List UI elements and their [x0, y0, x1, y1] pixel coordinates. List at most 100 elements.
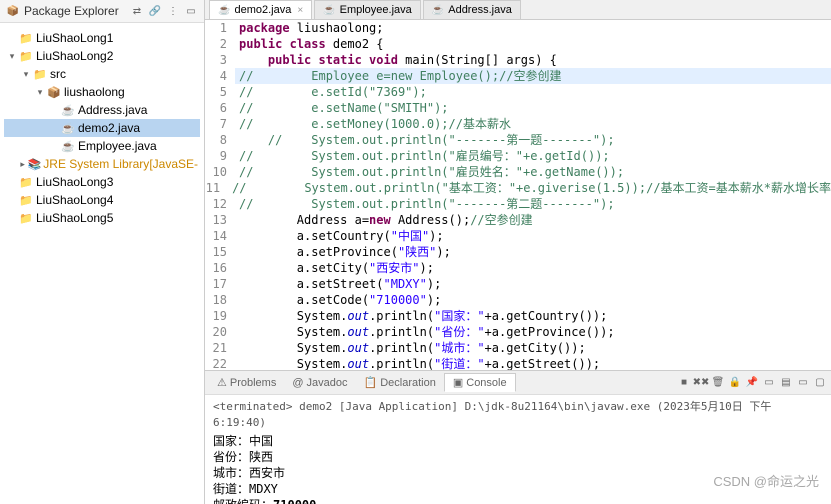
project-icon: 📁 [18, 210, 34, 226]
code-line[interactable]: 11// System.out.println("基本工资："+e.giveri… [205, 180, 831, 196]
console-line: 城市：西安市 [213, 465, 823, 481]
code-line[interactable]: 3 public static void main(String[] args)… [205, 52, 831, 68]
min-icon[interactable]: ▭ [796, 376, 810, 390]
code-line[interactable]: 17 a.setStreet("MDXY"); [205, 276, 831, 292]
remove-all-icon[interactable]: ✖✖ [694, 376, 708, 390]
code-line[interactable]: 16 a.setCity("西安市"); [205, 260, 831, 276]
console-output[interactable]: <terminated> demo2 [Java Application] D:… [205, 395, 831, 504]
project-icon: 📁 [18, 48, 34, 64]
code-line[interactable]: 6// e.setName("SMITH"); [205, 100, 831, 116]
declaration-icon: 📋 [364, 376, 378, 389]
tree-item[interactable]: ▸📚JRE System Library [JavaSE- [4, 155, 200, 173]
tree-item-label: src [50, 67, 66, 81]
tree-item[interactable]: ▾📁LiuShaoLong2 [4, 47, 200, 65]
code-line[interactable]: 20 System.out.println("省份："+a.getProvinc… [205, 324, 831, 340]
tree-item[interactable]: 📁LiuShaoLong5 [4, 209, 200, 227]
code-line[interactable]: 21 System.out.println("城市："+a.getCity())… [205, 340, 831, 356]
code-line[interactable]: 10// System.out.println("雇员姓名："+e.getNam… [205, 164, 831, 180]
explorer-toolbar: ⇄ 🔗 ⋮ ▭ [130, 4, 198, 18]
scroll-lock-icon[interactable]: 🔒 [728, 376, 742, 390]
tree-item[interactable]: 📁LiuShaoLong4 [4, 191, 200, 209]
java-file-icon: ☕ [323, 5, 335, 16]
project-tree[interactable]: 📁LiuShaoLong1▾📁LiuShaoLong2▾📁src▾📦liusha… [0, 23, 204, 504]
tree-item[interactable]: ▾📦liushaolong [4, 83, 200, 101]
java-icon: ☕ [60, 138, 76, 154]
code-line[interactable]: 5// e.setId("7369"); [205, 84, 831, 100]
console-line: 国家：中国 [213, 433, 823, 449]
tab-label: demo2.java [234, 4, 291, 16]
code-line[interactable]: 12// System.out.println("-------第二题-----… [205, 196, 831, 212]
editor-tab[interactable]: ☕ Employee.java [314, 0, 421, 19]
bottom-tab-console[interactable]: ▣Console [444, 373, 516, 392]
tree-item-label: LiuShaoLong1 [36, 31, 113, 45]
code-line[interactable]: 7// e.setMoney(1000.0);//基本薪水 [205, 116, 831, 132]
tree-item[interactable]: ☕Address.java [4, 101, 200, 119]
tree-item[interactable]: 📁LiuShaoLong1 [4, 29, 200, 47]
minimize-icon[interactable]: ▭ [184, 4, 198, 18]
tree-item[interactable]: ▾📁src [4, 65, 200, 83]
package-icon: 📦 [6, 4, 20, 18]
code-line[interactable]: 4// Employee e=new Employee();//空参创建 [205, 68, 831, 84]
editor-tab[interactable]: ☕Address.java [423, 0, 521, 19]
tree-item-label: LiuShaoLong5 [36, 211, 113, 225]
display-selected-icon[interactable]: ▭ [762, 376, 776, 390]
console-line: 省份：陕西 [213, 449, 823, 465]
bottom-tab-problems[interactable]: ⚠Problems [209, 373, 284, 392]
javadoc-icon: @ [292, 377, 303, 389]
editor-tab[interactable]: ☕ demo2.java × [209, 0, 312, 19]
code-line[interactable]: 13 Address a=new Address();//空参创建 [205, 212, 831, 228]
collapse-all-icon[interactable]: ⇄ [130, 4, 144, 18]
java-file-icon: ☕ [218, 5, 230, 16]
bottom-tab-javadoc[interactable]: @Javadoc [284, 373, 355, 392]
java-icon: ☕ [60, 120, 76, 136]
tab-label: Employee.java [340, 4, 412, 16]
console-toolbar: ■ ✖✖ 🗑 🔒 📌 ▭ ▤ ▭ ▢ [677, 376, 827, 390]
tab-label: Address.java [448, 4, 512, 16]
tree-item-label: liushaolong [64, 85, 125, 99]
tree-item-label: Address.java [78, 103, 147, 117]
explorer-title: Package Explorer [24, 4, 119, 18]
code-line[interactable]: 14 a.setCountry("中国"); [205, 228, 831, 244]
problems-icon: ⚠ [217, 376, 227, 389]
code-line[interactable]: 2public class demo2 { [205, 36, 831, 52]
code-line[interactable]: 22 System.out.println("街道："+a.getStreet(… [205, 356, 831, 370]
src-icon: 📁 [32, 66, 48, 82]
pin-console-icon[interactable]: 📌 [745, 376, 759, 390]
code-line[interactable]: 9// System.out.println("雇员编号："+e.getId()… [205, 148, 831, 164]
close-icon[interactable]: × [297, 5, 303, 16]
code-line[interactable]: 8 // System.out.println("-------第一题-----… [205, 132, 831, 148]
pkg-icon: 📦 [46, 84, 62, 100]
console-process-label: <terminated> demo2 [Java Application] D:… [213, 399, 823, 431]
max-icon[interactable]: ▢ [813, 376, 827, 390]
tree-item-label: LiuShaoLong2 [36, 49, 113, 63]
tree-item-label: LiuShaoLong3 [36, 175, 113, 189]
link-editor-icon[interactable]: 🔗 [148, 4, 162, 18]
code-editor[interactable]: 1package liushaolong;2public class demo2… [205, 20, 831, 370]
package-explorer-panel: 📦 Package Explorer ⇄ 🔗 ⋮ ▭ 📁LiuShaoLong1… [0, 0, 205, 504]
bottom-panel: ⚠Problems@Javadoc📋Declaration▣Console ■ … [205, 370, 831, 504]
project-icon: 📁 [18, 174, 34, 190]
project-icon: 📁 [18, 30, 34, 46]
bottom-tab-declaration[interactable]: 📋Declaration [356, 373, 444, 392]
tree-item[interactable]: 📁LiuShaoLong3 [4, 173, 200, 191]
open-console-icon[interactable]: ▤ [779, 376, 793, 390]
editor-tabs: ☕ demo2.java × ☕ Employee.java ☕Address.java [205, 0, 831, 20]
console-line: 街道：MDXY [213, 481, 823, 497]
menu-icon[interactable]: ⋮ [166, 4, 180, 18]
clear-console-icon[interactable]: 🗑 [711, 376, 725, 390]
bottom-tabs-bar: ⚠Problems@Javadoc📋Declaration▣Console ■ … [205, 371, 831, 395]
tree-item-label: JRE System Library [43, 157, 149, 171]
terminate-icon[interactable]: ■ [677, 376, 691, 390]
code-line[interactable]: 1package liushaolong; [205, 20, 831, 36]
explorer-header: 📦 Package Explorer ⇄ 🔗 ⋮ ▭ [0, 0, 204, 23]
code-line[interactable]: 19 System.out.println("国家："+a.getCountry… [205, 308, 831, 324]
project-icon: 📁 [18, 192, 34, 208]
code-line[interactable]: 18 a.setCode("710000"); [205, 292, 831, 308]
main-area: ☕demo2.java×☕Employee.java☕Address.java … [205, 0, 831, 504]
code-line[interactable]: 15 a.setProvince("陕西"); [205, 244, 831, 260]
tree-item[interactable]: ☕Employee.java [4, 137, 200, 155]
tree-item-label: Employee.java [78, 139, 157, 153]
console-line: 邮政编码：710000 [213, 497, 823, 504]
java-icon: ☕ [60, 102, 76, 118]
tree-item[interactable]: ☕demo2.java [4, 119, 200, 137]
